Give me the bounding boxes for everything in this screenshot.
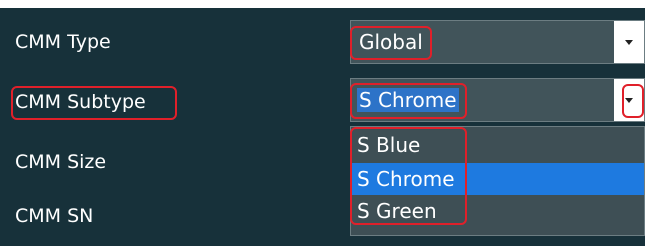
cmm-subtype-label: CMM Subtype bbox=[15, 91, 146, 113]
cmm-type-label: CMM Type bbox=[15, 31, 111, 53]
dropdown-option-s-green[interactable]: S Green bbox=[351, 195, 644, 227]
chevron-down-icon bbox=[625, 39, 633, 45]
cmm-subtype-value: S Chrome bbox=[357, 88, 459, 112]
cmm-type-value: Global bbox=[359, 30, 423, 54]
dropdown-option-s-blue[interactable]: S Blue bbox=[351, 129, 644, 161]
chevron-down-icon bbox=[625, 97, 633, 103]
dropdown-option-s-chrome[interactable]: S Chrome bbox=[351, 163, 644, 195]
cmm-size-label: CMM Size bbox=[15, 151, 107, 173]
cmm-type-select[interactable]: Global bbox=[350, 20, 645, 64]
cmm-sn-label: CMM SN bbox=[15, 205, 94, 227]
cmm-type-dropdown-button[interactable] bbox=[614, 21, 644, 63]
cmm-subtype-select[interactable]: S Chrome bbox=[350, 78, 645, 122]
cmm-subtype-dropdown-list: S Blue S Chrome S Green bbox=[350, 126, 645, 236]
cmm-subtype-dropdown-button[interactable] bbox=[614, 79, 644, 121]
